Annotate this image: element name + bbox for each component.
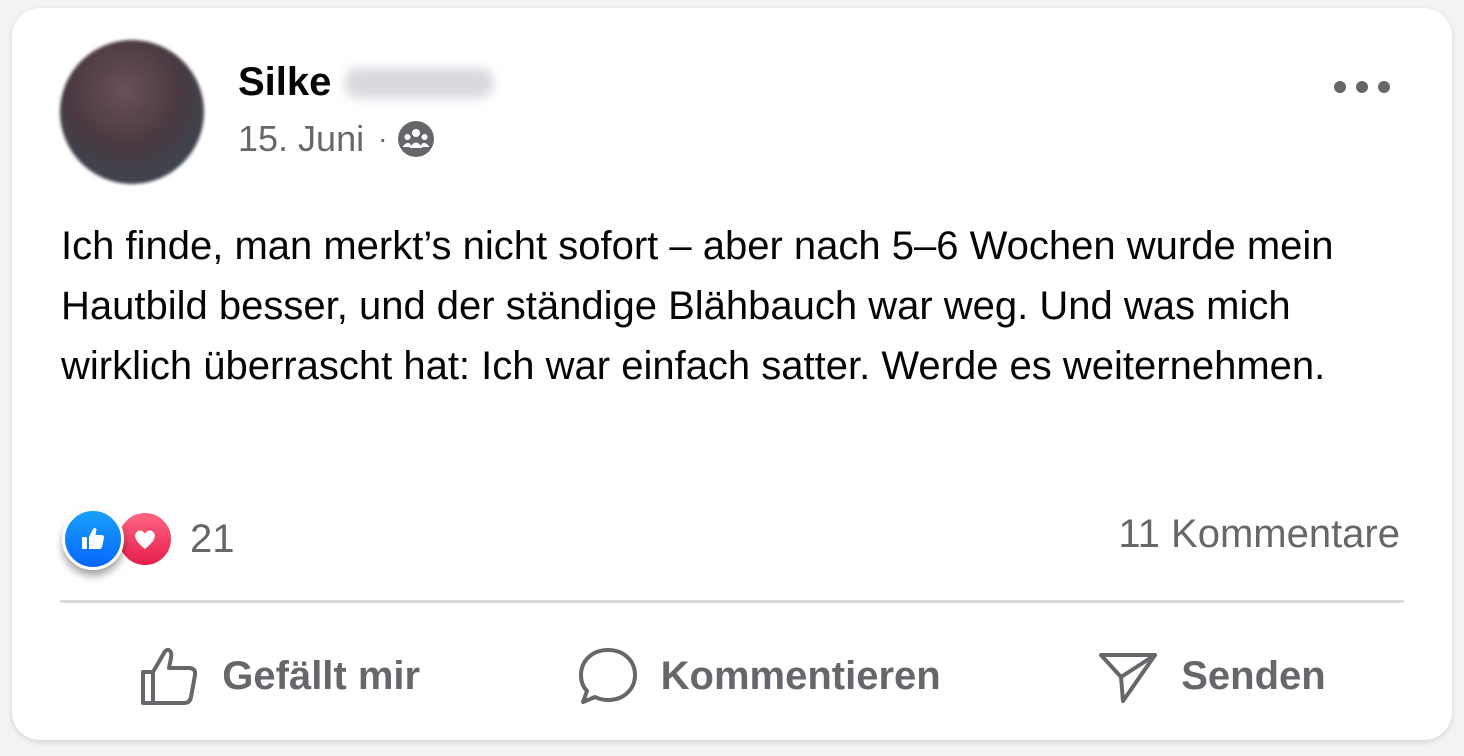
- post-meta: 15. Juni ·: [238, 118, 435, 160]
- blurred-last-name: [345, 67, 494, 98]
- like-icon: [62, 508, 124, 570]
- like-button[interactable]: Gefällt mir: [138, 645, 420, 707]
- group-icon[interactable]: [397, 120, 435, 158]
- author-name[interactable]: Silke: [238, 60, 331, 105]
- post-card: Silke 15. Juni · Ich finde, man merkt’s …: [12, 8, 1452, 740]
- post-text: Ich finde, man merkt’s nicht sofort – ab…: [61, 224, 1334, 388]
- send-icon: [1099, 653, 1158, 703]
- post-actions: Gefällt mir Kommentieren Senden: [60, 636, 1404, 716]
- author-row: Silke: [238, 60, 494, 105]
- comment-bubble-icon: [578, 648, 637, 704]
- post-date[interactable]: 15. Juni: [238, 118, 364, 160]
- like-label: Gefällt mir: [222, 653, 421, 698]
- reaction-count: 21: [190, 516, 235, 561]
- more-options-button[interactable]: [1334, 70, 1390, 104]
- more-dot-icon: [1378, 81, 1390, 93]
- more-dot-icon: [1356, 81, 1368, 93]
- send-label: Senden: [1181, 653, 1326, 698]
- meta-separator: ·: [378, 123, 388, 154]
- thumbs-up-icon: [141, 647, 198, 705]
- more-dot-icon: [1334, 81, 1346, 93]
- send-button[interactable]: Senden: [1097, 645, 1326, 707]
- comment-label: Kommentieren: [660, 653, 941, 698]
- comment-button[interactable]: Kommentieren: [577, 645, 941, 707]
- avatar[interactable]: [60, 40, 204, 184]
- love-icon: [116, 510, 174, 568]
- comments-count-link[interactable]: 11 Kommentare: [1118, 512, 1400, 557]
- reactions-summary[interactable]: 21: [62, 508, 235, 570]
- divider: [60, 600, 1404, 603]
